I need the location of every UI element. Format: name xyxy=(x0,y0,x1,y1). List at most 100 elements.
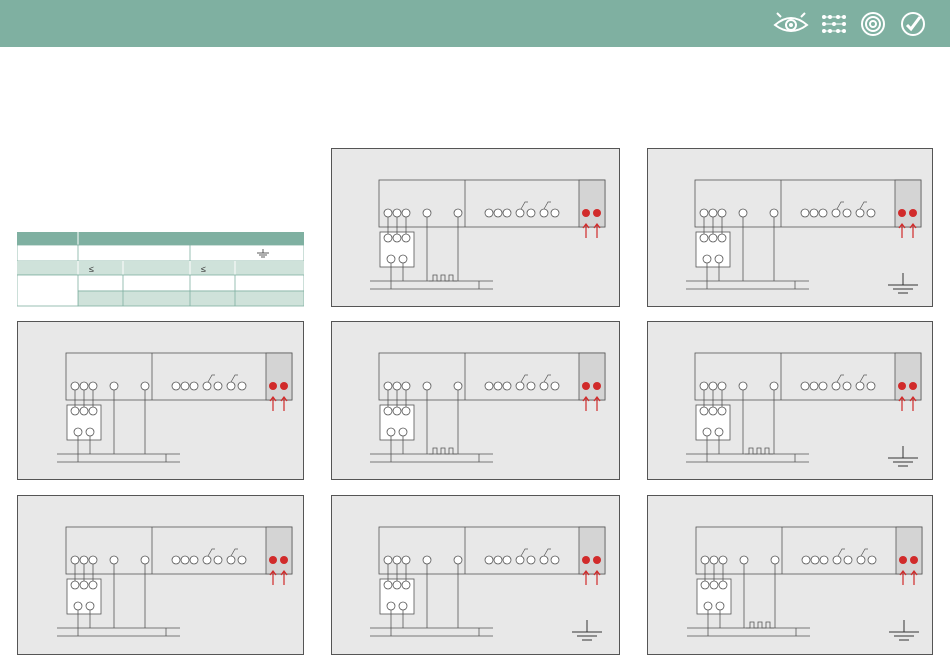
dots-grid-icon[interactable] xyxy=(820,11,848,37)
terminal xyxy=(539,208,549,218)
terminal xyxy=(422,555,432,565)
device-housing xyxy=(378,526,606,575)
terminal xyxy=(809,208,819,218)
indicator-led xyxy=(593,209,601,217)
heater-element xyxy=(746,621,774,629)
terminal xyxy=(189,555,199,565)
indicator-led xyxy=(909,382,917,390)
terminal xyxy=(855,381,865,391)
terminal xyxy=(769,208,779,218)
wiring-diagram xyxy=(686,352,922,467)
arrow-up-icon xyxy=(269,570,277,585)
terminal xyxy=(502,381,512,391)
terminal xyxy=(392,208,402,218)
terminal xyxy=(140,555,150,565)
wiring-diagram xyxy=(57,352,293,463)
terminal xyxy=(502,208,512,218)
led-section xyxy=(578,526,606,575)
terminal xyxy=(526,208,536,218)
device-housing xyxy=(378,352,606,401)
ground-icon xyxy=(889,620,919,641)
heater-element xyxy=(745,447,773,455)
terminal xyxy=(539,555,549,565)
terminal xyxy=(717,381,727,391)
wiring-diagram-panel xyxy=(17,321,304,480)
terminal xyxy=(809,381,819,391)
arrow-up-icon xyxy=(898,396,906,411)
wiring-diagram-panel xyxy=(647,321,933,480)
terminal xyxy=(109,381,119,391)
terminal xyxy=(79,555,89,565)
terminal xyxy=(699,381,709,391)
terminal xyxy=(699,208,709,218)
arrow-up-icon xyxy=(909,396,917,411)
terminal xyxy=(453,555,463,565)
device-housing xyxy=(694,179,922,228)
led-section xyxy=(894,179,922,228)
terminal xyxy=(109,555,119,565)
terminal xyxy=(70,555,80,565)
terminal xyxy=(493,381,503,391)
terminal xyxy=(171,381,181,391)
terminal xyxy=(738,381,748,391)
terminal xyxy=(422,381,432,391)
wiring-diagram-panel xyxy=(647,495,933,655)
terminal xyxy=(842,208,852,218)
terminal xyxy=(801,555,811,565)
heater-element xyxy=(429,274,457,282)
terminal xyxy=(79,381,89,391)
indicator-led xyxy=(582,556,590,564)
terminal xyxy=(832,555,842,565)
wiring-diagram xyxy=(57,526,293,637)
led-section xyxy=(265,526,293,575)
table-le-1: ≤ xyxy=(89,264,94,274)
terminal xyxy=(237,555,247,565)
led-section xyxy=(578,179,606,228)
indicator-led xyxy=(910,556,918,564)
eye-icon[interactable] xyxy=(773,11,809,37)
terminal xyxy=(226,381,236,391)
terminal xyxy=(550,381,560,391)
terminal xyxy=(810,555,820,565)
terminal xyxy=(493,555,503,565)
terminal xyxy=(213,555,223,565)
terminal xyxy=(453,381,463,391)
wiring-diagram xyxy=(370,526,606,641)
terminal xyxy=(502,555,512,565)
terminal xyxy=(202,381,212,391)
terminal xyxy=(515,381,525,391)
terminal xyxy=(843,555,853,565)
indicator-led xyxy=(280,382,288,390)
indicator-led xyxy=(582,382,590,390)
led-section xyxy=(895,526,923,575)
indicator-led xyxy=(593,556,601,564)
heater-element xyxy=(429,447,457,455)
terminal xyxy=(717,208,727,218)
terminal xyxy=(550,555,560,565)
terminal xyxy=(550,208,560,218)
terminal xyxy=(866,208,876,218)
indicator-led xyxy=(269,382,277,390)
terminal xyxy=(226,555,236,565)
terminal xyxy=(842,381,852,391)
terminal xyxy=(213,381,223,391)
terminal xyxy=(401,381,411,391)
terminal xyxy=(392,381,402,391)
spiral-icon[interactable] xyxy=(860,11,886,37)
arrow-up-icon xyxy=(898,223,906,238)
terminal xyxy=(453,208,463,218)
terminal xyxy=(383,381,393,391)
terminal xyxy=(202,555,212,565)
terminal xyxy=(383,555,393,565)
indicator-led xyxy=(582,209,590,217)
arrow-up-icon xyxy=(910,570,918,585)
terminal xyxy=(739,555,749,565)
check-badge-icon[interactable] xyxy=(900,11,926,37)
arrow-up-icon xyxy=(280,570,288,585)
wiring-diagram xyxy=(686,179,922,294)
arrow-up-icon xyxy=(582,223,590,238)
arrow-up-icon xyxy=(593,570,601,585)
terminal xyxy=(855,208,865,218)
device-housing xyxy=(65,526,293,575)
terminal xyxy=(171,555,181,565)
